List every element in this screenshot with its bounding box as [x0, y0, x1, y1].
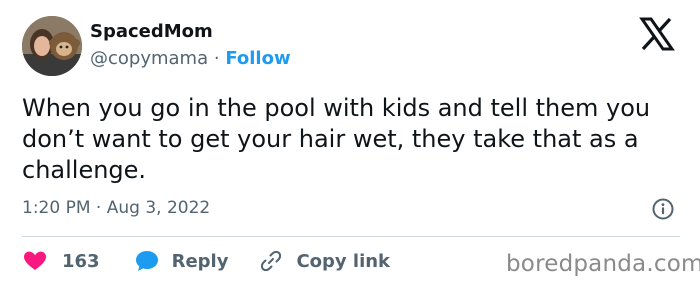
tweet-time[interactable]: 1:20 PM	[22, 198, 91, 218]
meta-separator: ·	[95, 198, 102, 218]
info-icon[interactable]	[652, 198, 674, 220]
reply-label: Reply	[171, 250, 229, 272]
handle-separator: ·	[213, 48, 220, 69]
avatar[interactable]	[22, 16, 82, 76]
link-icon	[258, 248, 284, 274]
follow-button[interactable]: Follow	[225, 48, 290, 69]
tweet-meta[interactable]: 1:20 PM · Aug 3, 2022	[22, 196, 210, 220]
tweet-text: When you go in the pool with kids and te…	[22, 94, 651, 184]
handle-row: @copymama · Follow	[90, 46, 291, 72]
action-bar: 163 Reply Copy link	[22, 246, 390, 276]
heart-icon	[22, 248, 48, 274]
divider	[22, 236, 680, 237]
copy-link-label: Copy link	[296, 250, 391, 272]
x-logo-icon[interactable]	[637, 16, 677, 52]
like-count: 163	[62, 250, 100, 272]
display-name[interactable]: SpacedMom	[90, 20, 291, 44]
copy-link-button[interactable]: Copy link	[258, 248, 390, 274]
tweet-date[interactable]: Aug 3, 2022	[107, 198, 211, 218]
author-block: SpacedMom @copymama · Follow	[90, 20, 291, 72]
avatar-image	[22, 16, 82, 76]
watermark: boredpanda.com	[506, 251, 700, 277]
reply-button[interactable]: Reply	[134, 248, 229, 274]
handle[interactable]: @copymama	[90, 48, 208, 69]
like-button[interactable]: 163	[22, 248, 100, 274]
speech-bubble-icon	[134, 248, 160, 274]
